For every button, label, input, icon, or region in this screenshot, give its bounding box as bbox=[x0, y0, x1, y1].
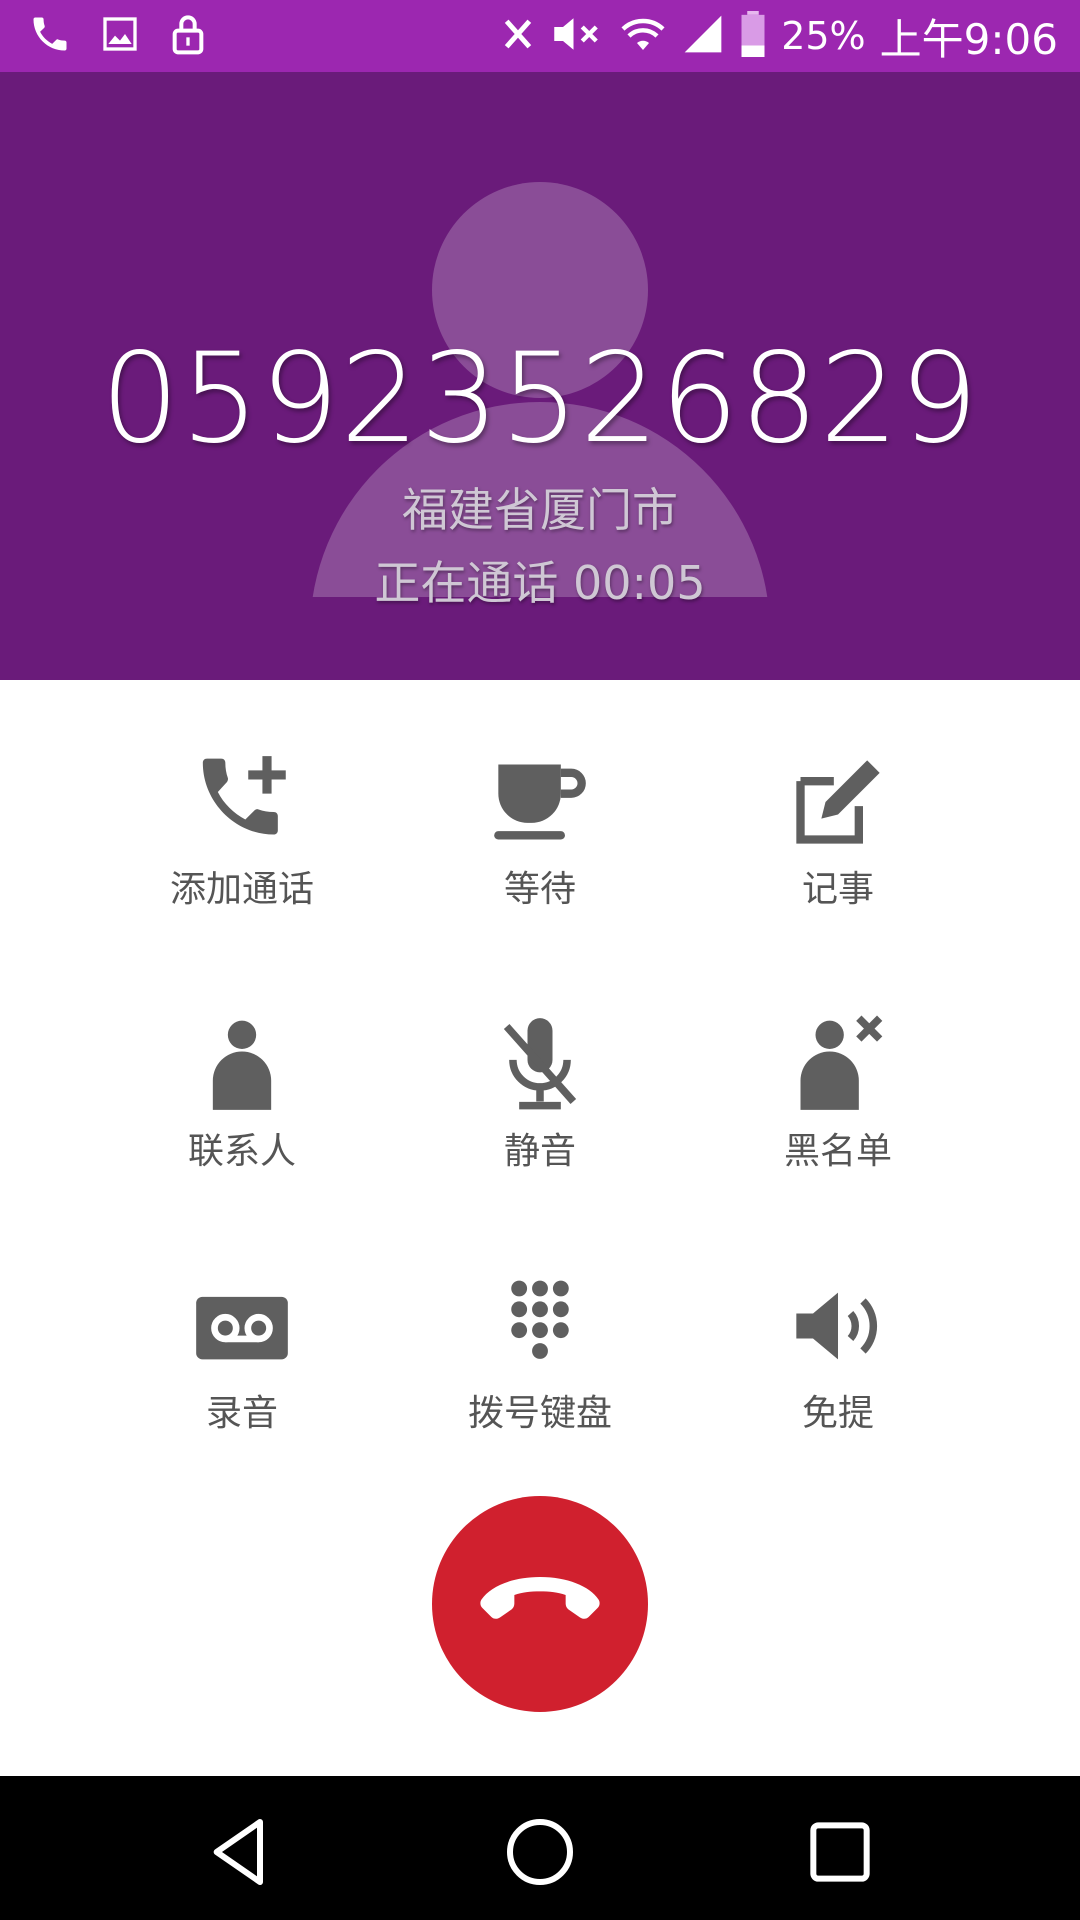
clock: 上午9:06 bbox=[879, 14, 1058, 64]
call-header: 05923526829 福建省厦门市 正在通话 00:05 bbox=[0, 72, 1080, 680]
hold-button[interactable]: 等待 bbox=[390, 752, 690, 952]
contact-person-icon bbox=[192, 1014, 292, 1114]
mute-button[interactable]: 静音 bbox=[390, 1014, 690, 1214]
caller-location: 福建省厦门市 bbox=[402, 483, 678, 537]
end-call-button[interactable] bbox=[432, 1496, 648, 1712]
record-label: 录音 bbox=[205, 1393, 278, 1434]
phone-icon bbox=[28, 12, 72, 60]
mute-label: 静音 bbox=[503, 1131, 576, 1172]
speaker-icon bbox=[788, 1276, 888, 1376]
add-call-button[interactable]: 添加通话 bbox=[92, 752, 392, 952]
caller-number: 05923526829 bbox=[100, 327, 980, 471]
call-duration: 正在通话 00:05 bbox=[374, 556, 706, 610]
lock-icon bbox=[168, 12, 208, 60]
blacklist-button[interactable]: 黑名单 bbox=[688, 1014, 988, 1214]
dialpad-icon bbox=[490, 1276, 590, 1376]
note-label: 记事 bbox=[801, 869, 874, 910]
x-icon bbox=[501, 15, 535, 57]
voicemail-record-icon bbox=[192, 1276, 292, 1376]
end-call-icon bbox=[480, 1577, 600, 1619]
dialpad-label: 拨号键盘 bbox=[467, 1393, 612, 1434]
speaker-label: 免提 bbox=[801, 1393, 874, 1434]
record-button[interactable]: 录音 bbox=[92, 1276, 392, 1476]
signal-icon bbox=[681, 12, 725, 60]
back-icon[interactable] bbox=[200, 1812, 280, 1892]
blacklist-person-icon bbox=[788, 1014, 888, 1114]
speaker-button[interactable]: 免提 bbox=[688, 1276, 988, 1476]
image-icon bbox=[100, 14, 140, 58]
note-edit-icon bbox=[788, 752, 888, 852]
note-button[interactable]: 记事 bbox=[688, 752, 988, 952]
blacklist-label: 黑名单 bbox=[783, 1131, 892, 1172]
add-call-label: 添加通话 bbox=[169, 869, 314, 910]
battery-icon bbox=[739, 11, 767, 61]
mic-off-icon bbox=[490, 1014, 590, 1114]
contacts-button[interactable]: 联系人 bbox=[92, 1014, 392, 1214]
battery-percent: 25% bbox=[781, 14, 866, 58]
mute-icon bbox=[549, 12, 605, 60]
wifi-icon bbox=[619, 14, 667, 58]
add-call-icon bbox=[192, 752, 292, 852]
dialpad-button[interactable]: 拨号键盘 bbox=[390, 1276, 690, 1476]
contacts-label: 联系人 bbox=[187, 1131, 296, 1172]
hold-cup-icon bbox=[490, 752, 590, 852]
recents-icon[interactable] bbox=[800, 1812, 880, 1892]
navigation-bar bbox=[0, 1776, 1080, 1920]
status-bar: 25% 上午9:06 bbox=[0, 0, 1080, 72]
hold-label: 等待 bbox=[503, 869, 576, 910]
home-icon[interactable] bbox=[500, 1812, 580, 1892]
